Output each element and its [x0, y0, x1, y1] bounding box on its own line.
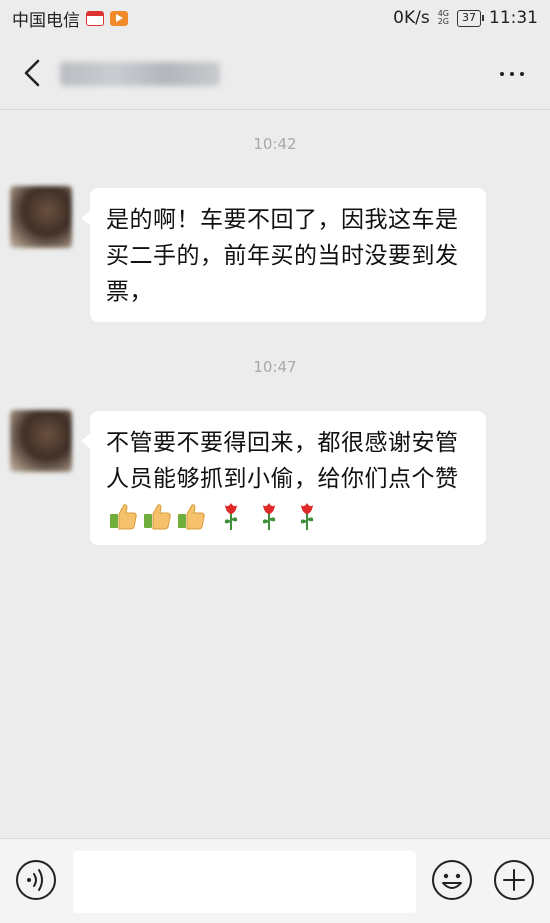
- more-dot: [520, 72, 524, 76]
- chat-header: [0, 36, 550, 110]
- message-timestamp: 10:47: [253, 358, 297, 376]
- rose-icon: [300, 502, 314, 530]
- plus-icon: [494, 860, 534, 900]
- network-type-icon: 4G 2G: [438, 10, 449, 26]
- message-bubble[interactable]: 是的啊！车要不回了，因我这车是买二手的，前年买的当时没要到发票，: [81, 188, 486, 322]
- message-text: 不管要不要得回来，都很感谢安管人员能够抓到小偷，给你们点个赞: [106, 430, 459, 492]
- more-dot: [510, 72, 514, 76]
- message-text: 是的啊！车要不回了，因我这车是买二手的，前年买的当时没要到发票，: [106, 207, 459, 305]
- more-dots-icon: [500, 72, 504, 76]
- thumbs-up-icon: [144, 503, 171, 529]
- network-speed: 0K/s: [393, 8, 430, 28]
- status-right: 0K/s 4G 2G 37 11:31: [393, 8, 538, 28]
- chat-title: [60, 62, 220, 86]
- clock: 11:31: [489, 8, 538, 28]
- contact-avatar[interactable]: [10, 186, 72, 248]
- thumbs-up-icon: [178, 503, 205, 529]
- carrier-group: 中国电信: [12, 6, 128, 31]
- emoji-button[interactable]: [431, 859, 473, 901]
- contact-avatar[interactable]: [10, 410, 72, 472]
- thumbs-up-icon: [110, 503, 137, 529]
- rose-icon: [262, 502, 276, 530]
- network-type-bottom: 2G: [437, 17, 449, 26]
- smiley-icon: [432, 860, 472, 900]
- voice-button[interactable]: [15, 859, 57, 901]
- rose-icon: [224, 502, 238, 530]
- more-actions-button[interactable]: [493, 859, 535, 901]
- message-input[interactable]: [73, 851, 416, 913]
- back-arrow-icon: [24, 59, 40, 87]
- back-button[interactable]: [14, 54, 50, 92]
- message-bubble[interactable]: 不管要不要得回来，都很感谢安管人员能够抓到小偷，给你们点个赞: [81, 411, 486, 545]
- carrier-name: 中国电信: [12, 10, 80, 31]
- video-app-icon: [110, 10, 128, 26]
- voice-icon: [16, 860, 56, 900]
- message-timestamp: 10:42: [253, 135, 297, 153]
- battery-icon: 37: [457, 9, 484, 27]
- input-bar: [0, 838, 550, 923]
- emoji-row: [108, 501, 320, 531]
- status-bar: 中国电信 0K/s 4G 2G 37 11:31: [0, 0, 550, 36]
- more-options-button[interactable]: [494, 62, 530, 86]
- calendar-icon: [86, 10, 104, 26]
